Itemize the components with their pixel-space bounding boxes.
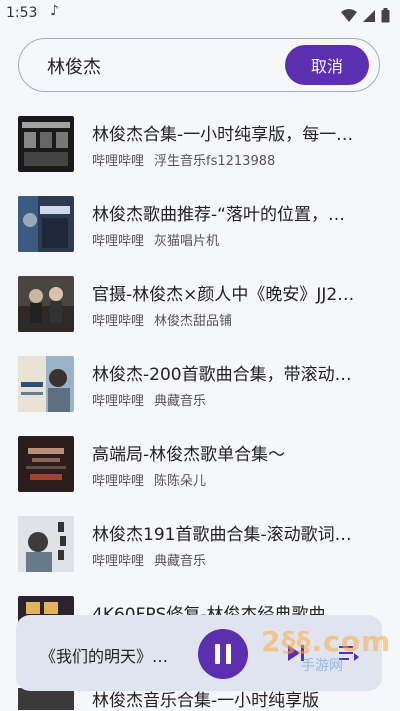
pause-button[interactable]	[198, 629, 248, 679]
item-uploader: 浮生音乐fs1213988	[154, 154, 276, 169]
item-source: 哔哩哔哩	[92, 314, 145, 329]
item-uploader: 典藏音乐	[154, 394, 207, 409]
thumbnail	[18, 276, 74, 332]
list-item[interactable]: 高端局-林俊杰歌单合集～ 哔哩哔哩 陈陈朵儿	[0, 428, 400, 508]
now-playing-title: 《我们的明天》…	[40, 647, 169, 666]
list-item[interactable]: 林俊杰合集-一小时纯享版，每一… 哔哩哔哩 浮生音乐fs1213988	[0, 108, 400, 188]
item-meta: 哔哩哔哩 浮生音乐fs1213988	[92, 150, 275, 169]
search-input[interactable]: 林俊杰	[47, 53, 101, 79]
item-title: 林俊杰191首歌曲合集-滚动歌词…	[92, 525, 352, 545]
search-bar: 林俊杰 取消	[18, 38, 380, 92]
thumbnail	[18, 356, 74, 412]
item-source: 哔哩哔哩	[92, 234, 145, 249]
thumbnail	[18, 516, 74, 572]
item-uploader: 灰猫唱片机	[154, 234, 220, 249]
item-meta: 哔哩哔哩 陈陈朵儿	[92, 470, 206, 489]
wifi-icon	[340, 8, 357, 22]
signal-icon	[362, 9, 375, 22]
item-uploader: 林俊杰甜品铺	[154, 314, 233, 329]
pause-icon-bar	[226, 644, 231, 664]
watermark-text: 手游网	[301, 658, 343, 674]
list-item[interactable]: 林俊杰191首歌曲合集-滚动歌词… 哔哩哔哩 典藏音乐	[0, 508, 400, 588]
item-meta: 哔哩哔哩 灰猫唱片机	[92, 230, 219, 249]
item-meta: 哔哩哔哩 林俊杰甜品铺	[92, 310, 232, 329]
item-title: 官摄-林俊杰×颜人中《晚安》JJ2…	[92, 285, 355, 305]
item-source: 哔哩哔哩	[92, 154, 145, 169]
cancel-button[interactable]: 取消	[285, 45, 369, 85]
list-item[interactable]: 官摄-林俊杰×颜人中《晚安》JJ2… 哔哩哔哩 林俊杰甜品铺	[0, 268, 400, 348]
item-uploader: 典藏音乐	[154, 554, 207, 569]
list-item-partial[interactable]: 林俊杰音乐合集-一小时纯享版	[0, 688, 400, 711]
item-title: 林俊杰合集-一小时纯享版，每一…	[92, 125, 354, 145]
item-source: 哔哩哔哩	[92, 474, 145, 489]
pause-icon	[215, 644, 220, 664]
item-uploader: 陈陈朵儿	[154, 474, 207, 489]
item-meta: 哔哩哔哩 典藏音乐	[92, 390, 206, 409]
thumbnail	[18, 436, 74, 492]
item-title: 林俊杰音乐合集-一小时纯享版	[92, 691, 320, 711]
thumbnail	[18, 688, 74, 710]
thumbnail	[18, 116, 74, 172]
list-item[interactable]: 林俊杰-200首歌曲合集，带滚动… 哔哩哔哩 典藏音乐	[0, 348, 400, 428]
status-icons	[340, 5, 390, 24]
item-meta: 哔哩哔哩 典藏音乐	[92, 550, 206, 569]
item-title: 林俊杰-200首歌曲合集，带滚动…	[92, 365, 352, 385]
music-note-icon: ♪	[50, 3, 59, 19]
status-time: 1:53	[6, 5, 38, 21]
item-title: 林俊杰歌曲推荐-“落叶的位置，…	[92, 205, 345, 225]
item-source: 哔哩哔哩	[92, 554, 145, 569]
status-bar: 1:53 ♪	[0, 0, 400, 28]
mini-player[interactable]: 《我们的明天》… 2§§.com 手游网	[16, 615, 390, 691]
item-title: 高端局-林俊杰歌单合集～	[92, 445, 286, 465]
item-source: 哔哩哔哩	[92, 394, 145, 409]
battery-icon	[381, 8, 390, 23]
thumbnail	[18, 196, 74, 252]
list-item[interactable]: 林俊杰歌曲推荐-“落叶的位置，… 哔哩哔哩 灰猫唱片机	[0, 188, 400, 268]
watermark-logo: 2§§.com	[261, 625, 392, 658]
